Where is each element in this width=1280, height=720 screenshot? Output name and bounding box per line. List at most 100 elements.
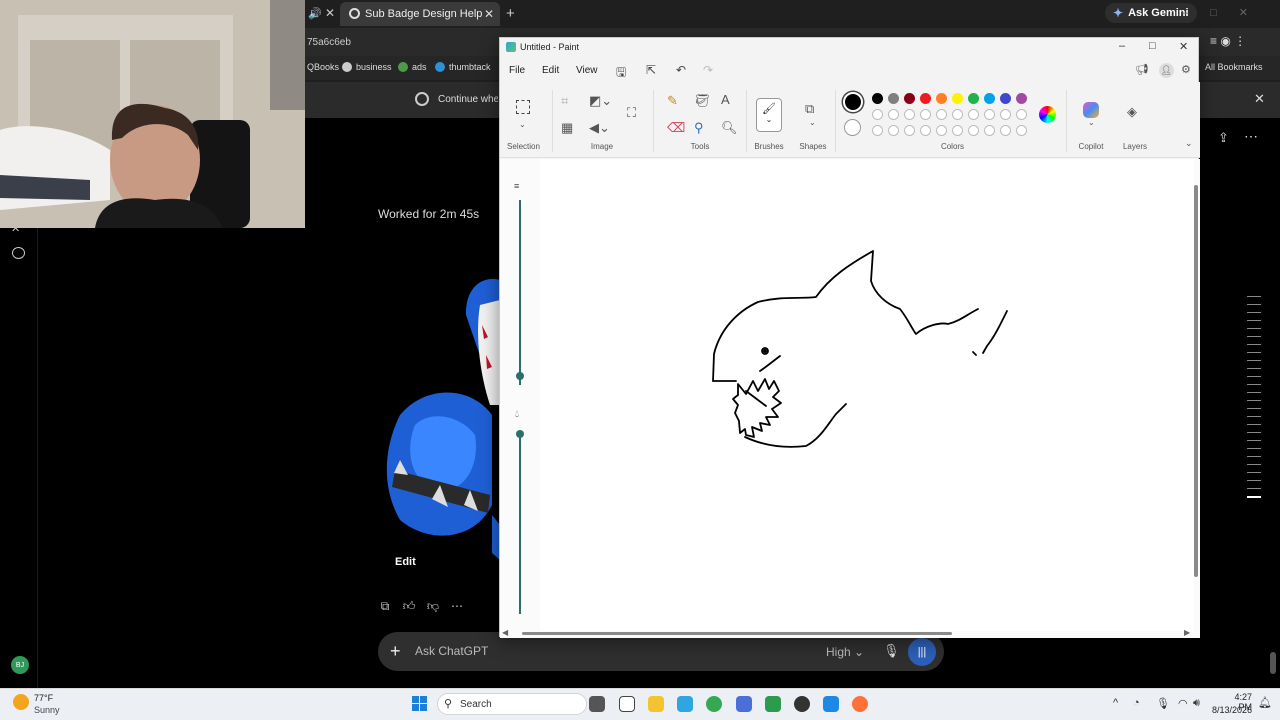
all-bookmarks-button[interactable]: All Bookmarks [1205,62,1263,72]
scroll-right-icon[interactable]: ▶ [1184,628,1190,637]
copy-icon[interactable]: ⧉ [378,599,392,614]
menu-edit[interactable]: Edit [542,65,559,76]
copilot-dropdown-icon[interactable]: ⌄ [1088,118,1095,127]
color-picker-icon[interactable]: ⚲ [694,120,704,136]
undo-icon[interactable]: ↶ [676,63,686,77]
custom-color-slot[interactable] [936,125,947,136]
volume-icon[interactable]: 🔊︎ [1193,697,1200,710]
color-swatch[interactable] [904,109,915,120]
bookmark-thumbtack[interactable]: thumbtack [435,62,491,72]
notifications-icon[interactable]: 🔔︎ [1258,696,1272,709]
fill-bucket-icon[interactable]: 🪣︎ [694,93,711,109]
color-swatch[interactable] [1016,93,1027,104]
paint-taskbar-icon[interactable] [677,696,693,712]
chat-bubble-icon[interactable] [12,247,25,259]
custom-color-slot[interactable] [984,125,995,136]
redo-icon[interactable]: ↷ [703,63,713,77]
microphone-tray-icon[interactable]: 🎙︎ [1156,697,1170,710]
layers-icon[interactable]: ◈ [1127,104,1137,120]
color-swatch[interactable] [952,109,963,120]
color-swatch[interactable] [872,93,883,104]
custom-color-slot[interactable] [904,125,915,136]
color-swatch[interactable] [968,93,979,104]
more-icon[interactable]: ⋯ [450,599,464,614]
custom-color-slot[interactable] [1000,125,1011,136]
start-button[interactable] [412,696,427,711]
menu-file[interactable]: File [509,65,525,76]
model-selector[interactable]: High ⌄ [826,645,864,659]
magnifier-icon[interactable]: 🔍︎ [721,120,738,136]
shapes-icon[interactable]: ⧉ [805,101,814,117]
custom-color-slot[interactable] [1016,125,1027,136]
app-taskbar-icon[interactable] [823,696,839,712]
voice-mode-button[interactable]: ||| [908,638,936,666]
pencil-icon[interactable]: ✎ [667,93,678,109]
tray-overflow-icon[interactable]: ^ [1113,697,1118,709]
resize-icon[interactable]: ◩⌄ [589,93,612,109]
clock-date[interactable]: 8/13/2026 [1209,705,1252,715]
account-icon[interactable]: 👤︎ [1159,63,1174,78]
thumbs-down-icon[interactable]: 👎︎ [426,599,440,614]
user-avatar[interactable]: BJ [11,656,29,674]
color-swatch[interactable] [1000,109,1011,120]
bookmark-qbooks[interactable]: QBooks [307,62,339,72]
tray-app-icon[interactable]: ◔ [1133,697,1140,709]
save-icon[interactable]: 🖫 [616,63,626,84]
bookmark-business[interactable]: business [342,62,392,72]
browser-tab-active[interactable]: Sub Badge Design Help ✕ [340,2,500,26]
maximize-button[interactable]: □ [1149,40,1156,52]
color-swatch[interactable] [888,109,899,120]
vertical-scrollbar[interactable] [1194,185,1198,577]
color-swatch[interactable] [952,93,963,104]
brush-size-track[interactable] [519,200,521,385]
color-swatch[interactable] [920,93,931,104]
color-swatch[interactable] [888,93,899,104]
task-view-icon[interactable] [589,696,605,712]
share-icon[interactable]: ⇱ [646,63,656,77]
thumbs-up-icon[interactable]: 👍︎ [402,599,416,614]
composer-input[interactable]: Ask ChatGPT [415,644,488,658]
wifi-icon[interactable]: ◠ [1178,697,1188,710]
minimize-button[interactable]: – [1119,40,1125,52]
custom-color-slot[interactable] [920,125,931,136]
share-icon[interactable]: ⇪ [1218,130,1229,146]
new-tab-button[interactable]: + [506,5,515,22]
custom-color-slot[interactable] [872,125,883,136]
settings-gear-icon[interactable]: ⚙ [1181,63,1191,76]
browser-toolbar-icons[interactable]: ≡ ◉ ⋮ [1210,34,1246,48]
more-options-icon[interactable]: ⋯ [1244,128,1258,145]
brushes-button[interactable]: 🖌︎ ⌄ [756,98,782,132]
color-swatch[interactable] [872,109,883,120]
weather-description[interactable]: Sunny [34,705,60,715]
remove-background-icon[interactable]: ⛶ [627,105,636,121]
browser-window-controls[interactable]: –□✕ [1182,6,1270,19]
select-all-icon[interactable]: ▦ [561,120,573,136]
primary-color[interactable] [843,92,863,112]
close-tab-icon[interactable]: ✕ [325,6,335,20]
opacity-slider[interactable] [516,430,524,438]
text-icon[interactable]: A [721,92,730,107]
color-swatch[interactable] [984,93,995,104]
feedback-icon[interactable]: 📢︎ [1135,63,1149,76]
edit-image-button[interactable]: Edit [395,556,416,568]
rotate-icon[interactable]: ◀⌄ [589,120,610,136]
selection-dropdown-icon[interactable]: ⌄ [519,120,526,129]
scrollbar[interactable] [1270,652,1276,674]
color-swatch[interactable] [936,109,947,120]
color-swatch[interactable] [984,109,995,120]
brush-size-slider[interactable] [516,372,524,380]
close-banner-icon[interactable]: ✕ [1254,91,1265,107]
mascot-image[interactable] [380,275,500,565]
edit-colors-icon[interactable] [1039,106,1056,123]
firefox-icon[interactable] [852,696,868,712]
custom-color-slot[interactable] [888,125,899,136]
color-swatch[interactable] [904,93,915,104]
shapes-dropdown-icon[interactable]: ⌄ [809,118,816,127]
close-button[interactable]: ✕ [1179,40,1188,53]
color-swatch[interactable] [936,93,947,104]
drawing-canvas[interactable] [540,159,1194,631]
notepad-icon[interactable] [619,696,635,712]
conversation-minimap[interactable] [1247,296,1261,505]
taskbar-search[interactable]: ⚲ Search [437,693,587,715]
crop-icon[interactable]: ⌗ [561,93,568,109]
